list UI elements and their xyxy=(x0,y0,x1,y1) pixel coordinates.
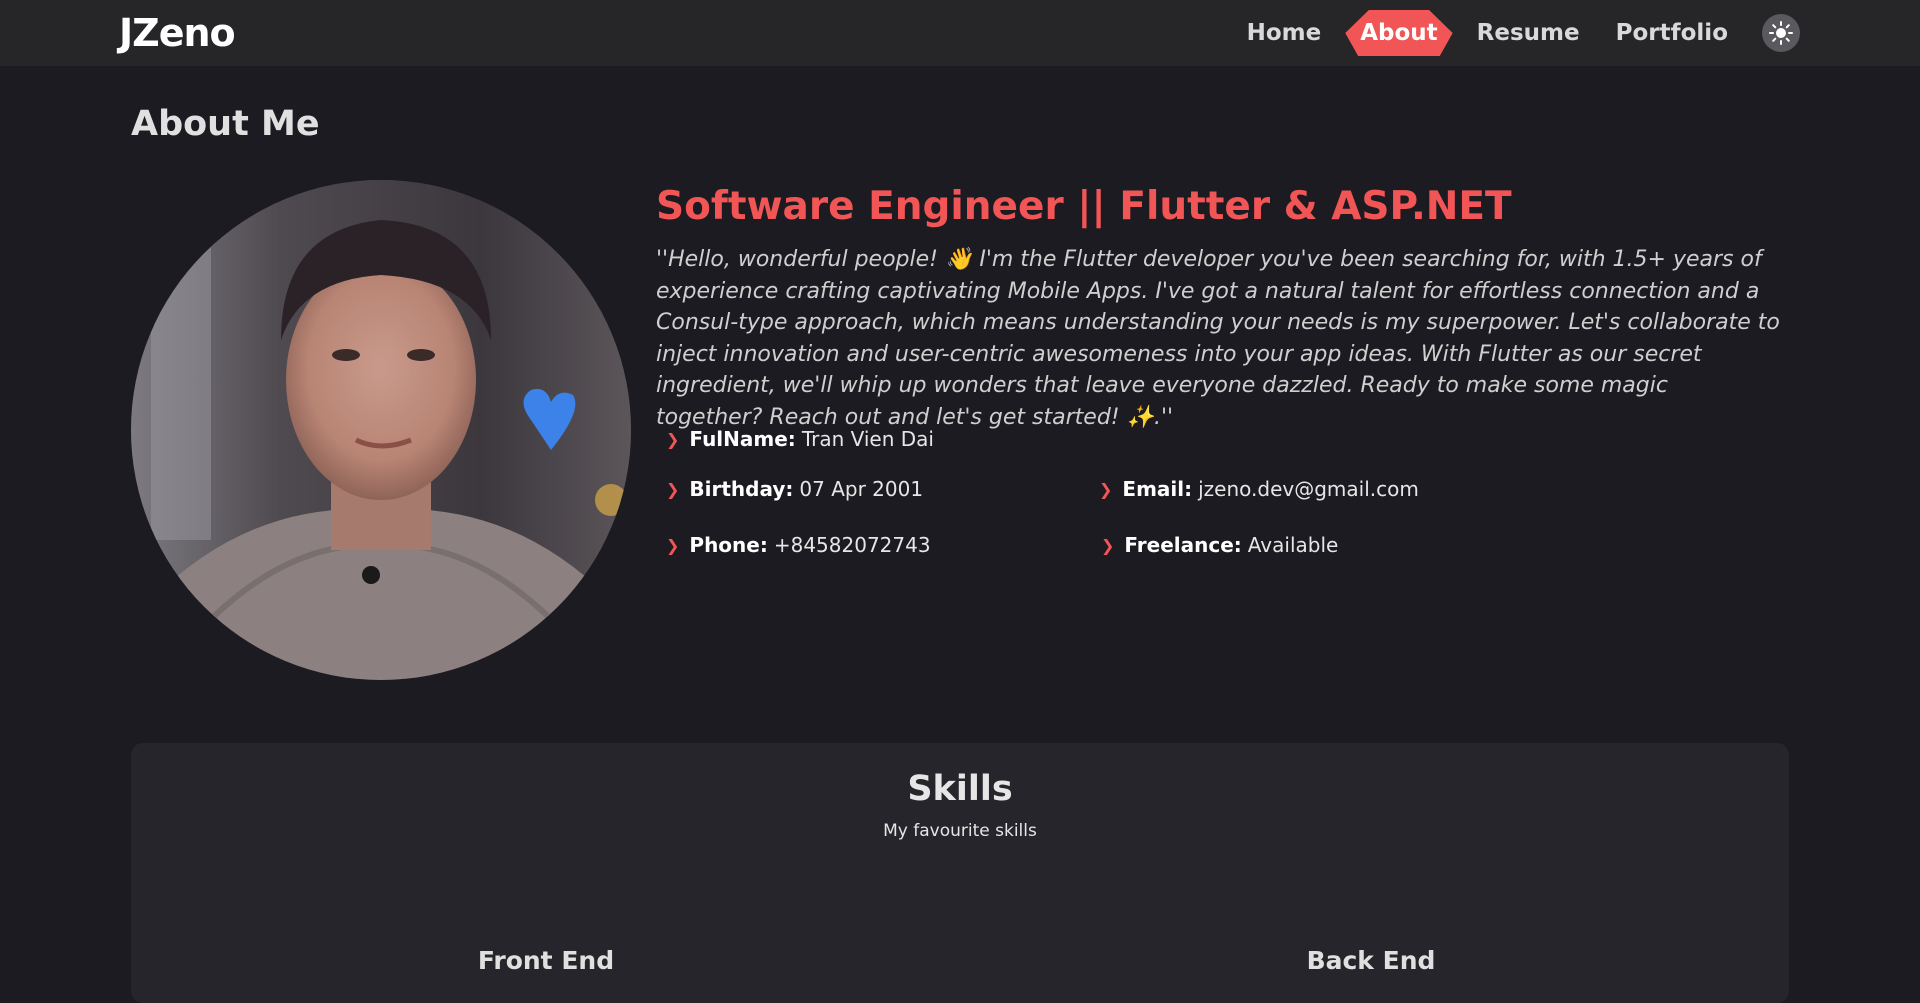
skills-title: Skills xyxy=(907,769,1013,809)
info-fullname: ❯ FulName: Tran Vien Dai xyxy=(666,427,934,451)
chevron-right-icon: ❯ xyxy=(666,479,680,499)
skills-subtitle: My favourite skills xyxy=(883,821,1037,841)
nav-home[interactable]: Home xyxy=(1247,20,1322,46)
info-label: Birthday: xyxy=(689,477,794,501)
navbar: JZeno Home About Resume Portfolio xyxy=(0,0,1920,66)
info-birthday: ❯ Birthday: 07 Apr 2001 xyxy=(666,477,923,501)
info-value[interactable]: jzeno.dev@gmail.com xyxy=(1198,477,1419,501)
info-label: Phone: xyxy=(689,533,768,557)
info-label: FulName: xyxy=(689,427,796,451)
avatar xyxy=(131,180,631,680)
info-value: Tran Vien Dai xyxy=(801,427,934,451)
headline: Software Engineer || Flutter & ASP.NET xyxy=(656,184,1512,229)
info-label: Email: xyxy=(1122,477,1193,501)
page-title: About Me xyxy=(131,104,320,144)
chevron-right-icon: ❯ xyxy=(666,535,680,555)
info-value: 07 Apr 2001 xyxy=(799,477,924,501)
bio-quote: ''Hello, wonderful people! 👋 I'm the Flu… xyxy=(656,247,1780,430)
logo[interactable]: JZeno xyxy=(119,11,236,55)
info-label: Freelance: xyxy=(1124,533,1242,557)
back-end-title: Back End xyxy=(1306,946,1436,975)
chevron-right-icon: ❯ xyxy=(1101,535,1115,555)
chevron-right-icon: ❯ xyxy=(1099,479,1113,499)
info-phone: ❯ Phone: +84582072743 xyxy=(666,533,931,557)
sun-icon xyxy=(1769,21,1793,45)
info-email: ❯ Email: jzeno.dev@gmail.com xyxy=(1099,477,1419,501)
nav-resume[interactable]: Resume xyxy=(1477,20,1580,46)
nav-about[interactable]: About xyxy=(1345,10,1452,56)
info-value: Available xyxy=(1247,533,1339,557)
chevron-right-icon: ❯ xyxy=(666,429,680,449)
theme-toggle-button[interactable] xyxy=(1762,14,1800,52)
nav-portfolio[interactable]: Portfolio xyxy=(1616,20,1728,46)
info-freelance: ❯ Freelance: Available xyxy=(1101,533,1338,557)
profile-photo xyxy=(131,180,631,680)
nav-links: Home About Resume Portfolio xyxy=(1211,0,1800,66)
front-end-title: Front End xyxy=(477,946,615,975)
skills-card: Skills My favourite skills Front End Bac… xyxy=(131,743,1789,1003)
info-value: +84582072743 xyxy=(773,533,931,557)
